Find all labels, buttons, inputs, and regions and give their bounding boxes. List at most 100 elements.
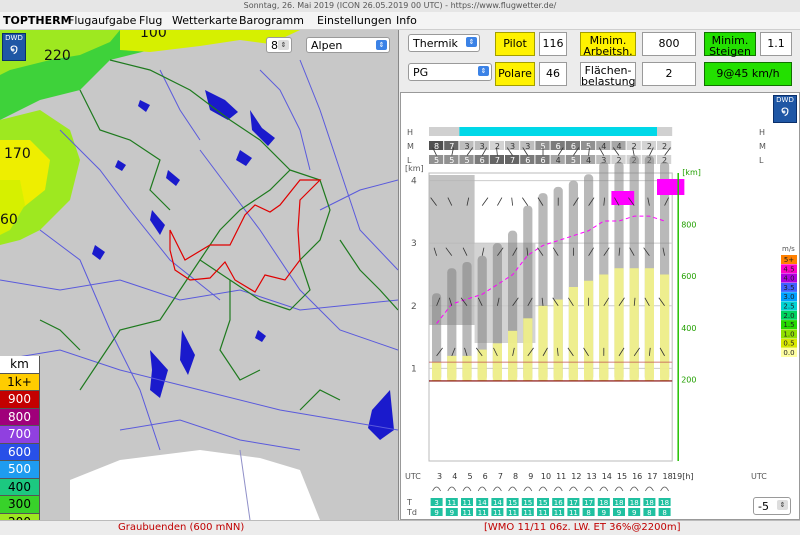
mode-select[interactable]: Thermik ⇕: [408, 34, 480, 52]
temp-value: 18: [660, 499, 669, 507]
cloud-mid-value: 3: [480, 142, 485, 151]
temp-value: 18: [599, 499, 608, 507]
thermal-lift-column: [538, 306, 547, 381]
cloud-high-bar: [459, 127, 657, 136]
row-label-right: M: [759, 142, 766, 151]
legend-item: 900: [0, 391, 40, 409]
weather-icon: [524, 487, 532, 491]
legend-item: 700: [0, 426, 40, 444]
cloud-mid-value: 8: [434, 142, 439, 151]
ms-scale-label: 0.0: [783, 349, 794, 357]
pilot-value[interactable]: 116: [539, 32, 567, 56]
menu-flug[interactable]: Flug: [139, 12, 162, 29]
hour-label: 19[h]: [672, 472, 694, 481]
region-value: Alpen: [311, 39, 342, 52]
cloud-low-value: 5: [464, 156, 469, 165]
diagram-canvas[interactable]: HHMMLL87332335665442225556776645432222[k…: [401, 93, 800, 521]
temp-value: 18: [645, 499, 654, 507]
min-steigen-label[interactable]: Minim.Steigen: [704, 32, 756, 56]
min-arbeitsh-value[interactable]: 800: [642, 32, 696, 56]
hour-label: 6: [483, 472, 488, 481]
cloud-mid-value: 2: [632, 142, 637, 151]
utc-label-right: UTC: [751, 472, 767, 481]
thermal-diagram[interactable]: HHMMLL87332335665442225556776645432222[k…: [400, 92, 800, 520]
temp-value: 11: [463, 499, 472, 507]
thermal-lift-column: [614, 268, 623, 381]
hour-label: 16: [632, 472, 642, 481]
status-left: Graubuenden (600 mNN): [118, 521, 244, 535]
temp-value: 18: [630, 499, 639, 507]
legend-item: 600: [0, 444, 40, 462]
menu-wetterkarte[interactable]: Wetterkarte: [172, 12, 237, 29]
left-axis-unit: [km]: [405, 164, 424, 173]
cloud-low-value: 7: [495, 156, 500, 165]
menu-barogramm[interactable]: Barogramm: [239, 12, 304, 29]
ms-scale-label: 4.5: [783, 265, 794, 273]
left-axis-tick: 1: [411, 364, 417, 374]
weather-icon: [615, 487, 623, 491]
ms-unit: m/s: [782, 245, 795, 253]
left-axis-tick: 4: [411, 177, 417, 187]
hour-label: 12: [571, 472, 581, 481]
right-axis-tick: 200: [681, 375, 696, 384]
weather-icon: [645, 487, 653, 491]
menu-info[interactable]: Info: [396, 12, 417, 29]
menu-einstellungen[interactable]: Einstellungen: [317, 12, 392, 29]
thermal-map[interactable]: 220 170 60 100 DWD໑ 8⇕ Alpen⇕ km 1k+ 900…: [0, 30, 399, 520]
zoom-stepper[interactable]: 8⇕: [266, 37, 292, 53]
dew-value: 11: [554, 509, 563, 517]
dew-value: 11: [508, 509, 517, 517]
legend-title: km: [0, 356, 40, 374]
cloud-mid-value: 5: [586, 142, 591, 151]
temp-value: 11: [447, 499, 456, 507]
hour-label: 5: [467, 472, 472, 481]
flaechenbelastung-value[interactable]: 2: [642, 62, 696, 86]
polare-label[interactable]: Polare: [495, 62, 535, 86]
hour-label: 17: [647, 472, 657, 481]
dew-value: 11: [463, 509, 472, 517]
flaechenbelastung-label[interactable]: Flächen-belastung: [580, 62, 636, 86]
ms-scale-label: 3.0: [783, 293, 794, 301]
cloud-mid-value: 2: [647, 142, 652, 151]
min-steigen-value[interactable]: 1.1: [760, 32, 792, 56]
offset-stepper[interactable]: -5⇕: [753, 497, 791, 515]
row-label: H: [407, 128, 413, 137]
map-label-220: 220: [44, 48, 71, 64]
right-axis-tick: 400: [681, 324, 696, 333]
temp-value: 14: [478, 499, 487, 507]
map-canvas[interactable]: [0, 30, 398, 520]
cloud-mid-value: 2: [495, 142, 500, 151]
menu-toptherm[interactable]: TOPTHERM: [3, 12, 72, 29]
temp-value: 16: [554, 499, 563, 507]
map-label-100: 100: [140, 30, 167, 41]
thermal-lift-column: [432, 362, 441, 381]
pilot-label[interactable]: Pilot: [495, 32, 535, 56]
legend-item: 300: [0, 496, 40, 514]
legend-item: 1k+: [0, 374, 40, 392]
stepper-arrows-icon[interactable]: ⇕: [777, 500, 788, 510]
cloud-mid-value: 3: [525, 142, 530, 151]
polare-value[interactable]: 46: [539, 62, 567, 86]
weather-icon: [539, 487, 547, 491]
min-arbeitsh-label[interactable]: Minim.Arbeitsh.: [580, 32, 636, 56]
glider-select[interactable]: PG⇕: [408, 63, 492, 81]
ms-scale-label: 4.0: [783, 275, 794, 283]
dew-value: 11: [493, 509, 502, 517]
temp-value: 3: [434, 499, 438, 507]
menu-flugaufgabe[interactable]: Flugaufgabe: [68, 12, 136, 29]
chevron-down-icon: ⇕: [466, 37, 477, 47]
right-axis-tick: 600: [681, 272, 696, 281]
region-select[interactable]: Alpen⇕: [306, 37, 390, 53]
hour-label: 4: [452, 472, 457, 481]
dew-value: 11: [523, 509, 532, 517]
status-right: [WMO 11/11 06z. LW. ET 36%@2200m]: [484, 521, 680, 535]
right-axis-tick: 800: [681, 221, 696, 230]
weather-icon: [448, 487, 456, 491]
dew-value: 8: [662, 509, 666, 517]
left-axis-tick: 3: [411, 239, 417, 249]
stepper-arrows-icon[interactable]: ⇕: [278, 40, 289, 50]
cloud-low-value: 5: [571, 156, 576, 165]
thermal-lift-column: [508, 331, 517, 381]
dew-value: 11: [478, 509, 487, 517]
mode-value: Thermik: [413, 37, 458, 50]
